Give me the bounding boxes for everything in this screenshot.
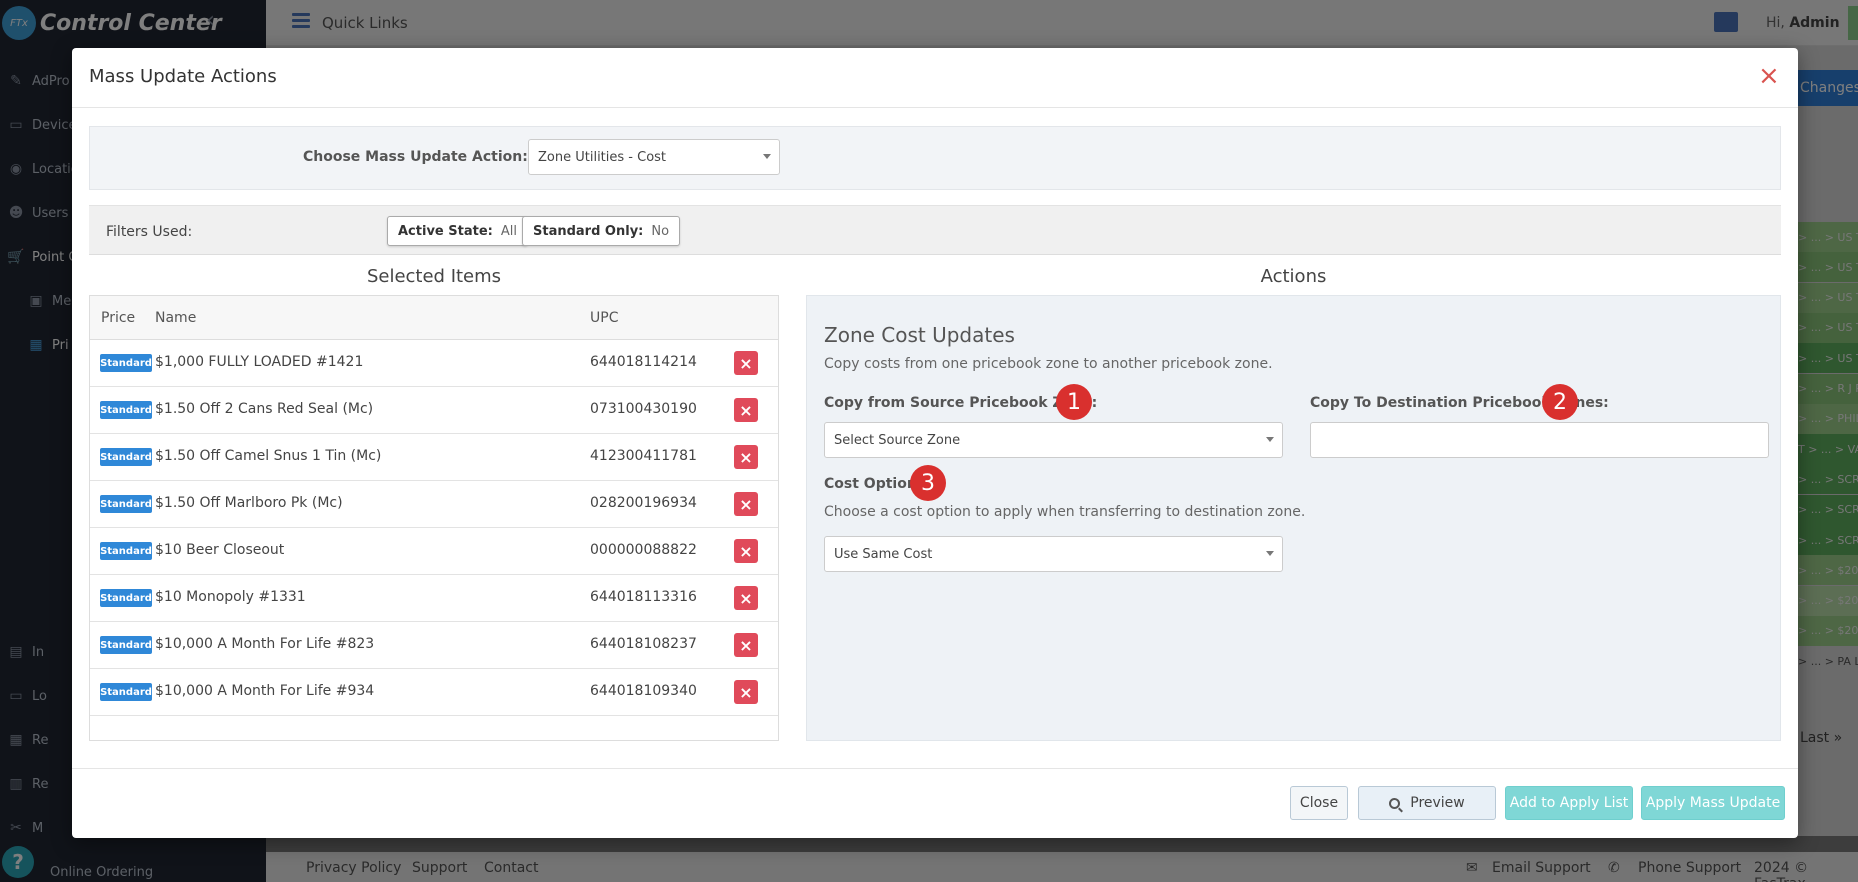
filter-active-state: Active State: All [387, 216, 528, 246]
close-icon: × [739, 400, 753, 420]
table-row: Standard $10,000 A Month For Life #934 644… [90, 669, 778, 716]
mass-update-modal: Mass Update Actions × Choose Mass Update… [72, 48, 1798, 838]
selected-items-title: Selected Items [366, 266, 502, 287]
select-value: Select Source Zone [834, 432, 961, 448]
item-upc: 412300411781 [590, 448, 697, 464]
search-icon [1389, 797, 1401, 809]
table-row: Standard $10 Monopoly #1331 644018113316 × [90, 575, 778, 622]
item-name: $10,000 A Month For Life #823 [155, 636, 375, 652]
column-header-upc: UPC [590, 310, 619, 326]
choose-action-label: Choose Mass Update Action: [303, 149, 528, 165]
price-badge: Standard [100, 589, 152, 607]
source-zone-select[interactable]: Select Source Zone [824, 422, 1283, 458]
item-name: $1.50 Off Marlboro Pk (Mc) [155, 495, 343, 511]
close-icon: × [739, 541, 753, 561]
item-name: $1.50 Off Camel Snus 1 Tin (Mc) [155, 448, 382, 464]
item-upc: 644018113316 [590, 589, 697, 605]
step-marker-2: 2 [1542, 384, 1578, 420]
preview-button[interactable]: Preview [1358, 786, 1496, 820]
item-upc: 644018108237 [590, 636, 697, 652]
price-badge: Standard [100, 401, 152, 419]
price-badge: Standard [100, 542, 152, 560]
item-upc: 073100430190 [590, 401, 697, 417]
table-row: Standard $10 Beer Closeout 000000088822 × [90, 528, 778, 575]
modal-title: Mass Update Actions [89, 66, 277, 87]
price-badge: Standard [100, 683, 152, 701]
remove-item-button[interactable]: × [734, 680, 758, 704]
table-row: Standard $1.50 Off Camel Snus 1 Tin (Mc) 4… [90, 434, 778, 481]
remove-item-button[interactable]: × [734, 351, 758, 375]
table-header: Price Name UPC [90, 296, 778, 340]
destination-zones-input[interactable] [1310, 422, 1769, 458]
add-to-apply-list-button[interactable]: Add to Apply List [1505, 786, 1633, 820]
modal-header: Mass Update Actions × [72, 48, 1798, 108]
remove-item-button[interactable]: × [734, 492, 758, 516]
selected-items-table: Price Name UPC Standard $1,000 FULLY LOAD… [89, 295, 779, 741]
action-selector-bar: Choose Mass Update Action: Zone Utilitie… [89, 126, 1781, 190]
chevron-down-icon [763, 154, 771, 159]
table-row: Standard $1.50 Off 2 Cans Red Seal (Mc) 07… [90, 387, 778, 434]
close-icon: × [739, 682, 753, 702]
item-upc: 644018109340 [590, 683, 697, 699]
actions-title: Actions [1260, 266, 1327, 287]
step-marker-1: 1 [1056, 384, 1092, 420]
cost-options-description: Choose a cost option to apply when trans… [824, 504, 1306, 520]
remove-item-button[interactable]: × [734, 586, 758, 610]
item-upc: 028200196934 [590, 495, 697, 511]
chevron-down-icon [1266, 551, 1274, 556]
item-upc: 644018114214 [590, 354, 697, 370]
item-name: $1.50 Off 2 Cans Red Seal (Mc) [155, 401, 374, 417]
apply-mass-update-button[interactable]: Apply Mass Update [1641, 786, 1785, 820]
price-badge: Standard [100, 636, 152, 654]
column-header-name: Name [155, 310, 197, 326]
remove-item-button[interactable]: × [734, 539, 758, 563]
cost-option-select[interactable]: Use Same Cost [824, 536, 1283, 572]
filter-value: No [651, 223, 670, 239]
item-name: $10,000 A Month For Life #934 [155, 683, 375, 699]
filter-value: All [500, 223, 517, 239]
remove-item-button[interactable]: × [734, 633, 758, 657]
price-badge: Standard [100, 495, 152, 513]
close-icon: × [739, 494, 753, 514]
table-row: Standard $10,000 A Month For Life #823 644… [90, 622, 778, 669]
filter-standard-only: Standard Only: No [522, 216, 681, 246]
zone-cost-title: Zone Cost Updates [824, 323, 1015, 347]
zone-cost-description: Copy costs from one pricebook zone to an… [824, 356, 1273, 372]
remove-item-button[interactable]: × [734, 445, 758, 469]
price-badge: Standard [100, 448, 152, 466]
filters-bar: Filters Used: Active State: All Standard … [89, 205, 1781, 255]
filters-label: Filters Used: [106, 224, 193, 240]
select-value: Use Same Cost [834, 546, 933, 562]
close-icon[interactable]: × [1758, 62, 1780, 90]
filter-name: Active State: [398, 223, 493, 239]
item-name: $10 Beer Closeout [155, 542, 285, 558]
remove-item-button[interactable]: × [734, 398, 758, 422]
item-upc: 000000088822 [590, 542, 697, 558]
table-row: Standard $1,000 FULLY LOADED #1421 6440181… [90, 340, 778, 387]
close-icon: × [739, 635, 753, 655]
preview-label: Preview [1410, 795, 1465, 811]
step-marker-3: 3 [910, 465, 946, 501]
item-name: $10 Monopoly #1331 [155, 589, 306, 605]
table-row: Standard $1.50 Off Marlboro Pk (Mc) 028200… [90, 481, 778, 528]
close-icon: × [739, 353, 753, 373]
select-value: Zone Utilities - Cost [538, 149, 667, 165]
close-icon: × [739, 447, 753, 467]
column-header-price: Price [101, 310, 136, 326]
chevron-down-icon [1266, 437, 1274, 442]
item-name: $1,000 FULLY LOADED #1421 [155, 354, 364, 370]
mass-update-action-select[interactable]: Zone Utilities - Cost [528, 139, 780, 175]
close-button[interactable]: Close [1290, 786, 1348, 820]
price-badge: Standard [100, 354, 152, 372]
zone-cost-panel: Zone Cost Updates Copy costs from one pr… [806, 295, 1781, 741]
filter-name: Standard Only: [533, 223, 644, 239]
close-icon: × [739, 588, 753, 608]
